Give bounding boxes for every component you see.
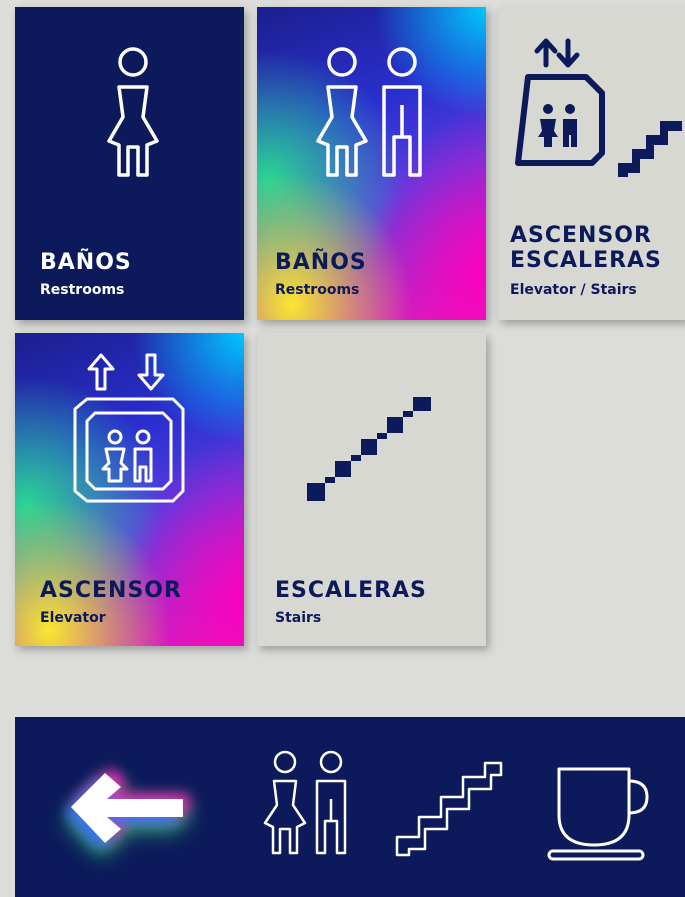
elevator-sign: ASCENSOR Elevator <box>15 333 244 646</box>
card-title: BAÑOS <box>275 250 367 275</box>
card-title: BAÑOS <box>40 250 132 275</box>
card-title: ASCENSOR <box>40 578 182 603</box>
restroom-icon <box>316 47 422 177</box>
elevator-stairs-sign: ASCENSOR ESCALERAS Elevator / Stairs <box>498 7 685 320</box>
elevator-stairs-icon <box>515 38 682 177</box>
left-arrow-icon <box>71 773 183 843</box>
woman-icon <box>107 47 159 177</box>
stairs-icon <box>395 761 503 857</box>
card-subtitle: Elevator <box>40 610 106 626</box>
restrooms-sign-navy: BAÑOS Restrooms <box>15 7 244 320</box>
coffee-cup-icon <box>547 767 649 861</box>
restrooms-sign-gradient: BAÑOS Restrooms <box>257 7 486 320</box>
card-subtitle: Restrooms <box>275 282 360 298</box>
card-title-line1: ASCENSOR <box>510 223 652 248</box>
elevator-icon <box>73 353 185 503</box>
card-subtitle: Elevator / Stairs <box>510 282 637 298</box>
stairs-sign: ESCALERAS Stairs <box>257 333 486 646</box>
restroom-icon <box>263 750 347 855</box>
card-title-line2: ESCALERAS <box>510 248 662 273</box>
card-subtitle: Restrooms <box>40 282 125 298</box>
directional-banner <box>15 717 685 897</box>
stairs-icon <box>307 397 431 501</box>
card-subtitle: Stairs <box>275 610 322 626</box>
card-title: ESCALERAS <box>275 578 427 603</box>
